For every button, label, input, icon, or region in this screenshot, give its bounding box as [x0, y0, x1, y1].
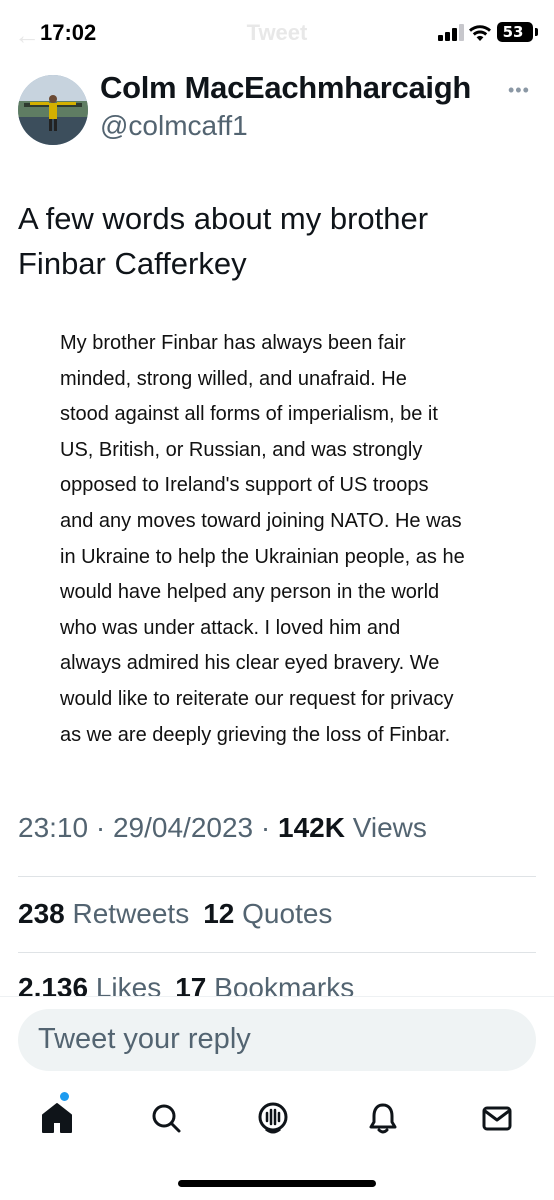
statement-line: US, British, or Russian, and was strongl…: [60, 438, 423, 461]
likes-stat[interactable]: 2,136 Likes: [18, 972, 161, 996]
quotes-count: 12: [203, 898, 235, 929]
home-indicator: [178, 1180, 376, 1187]
quotes-label: Quotes: [234, 898, 333, 929]
tweet-detail-screen: ← Tweet 17:02 53 Colm MacEachmharcaigh @…: [0, 0, 554, 1200]
cellular-signal-icon: [438, 23, 464, 41]
tweet-stats-row: 2,136 Likes 17 Bookmarks: [18, 972, 354, 996]
tweet-text: A few words about my brother Finbar Caff…: [18, 196, 538, 286]
statement-line: in Ukraine to help the Ukrainian people,…: [60, 545, 465, 568]
author-display-name[interactable]: Colm MacEachmharcaigh: [100, 70, 471, 106]
more-options-icon[interactable]: •••: [508, 80, 530, 101]
quotes-stat[interactable]: 12 Quotes: [203, 898, 332, 929]
statement-line: My brother Finbar has always been fair: [60, 332, 406, 354]
likes-count: 2,136: [18, 972, 89, 996]
views-label[interactable]: Views: [345, 812, 427, 843]
reply-input[interactable]: Tweet your reply: [18, 1009, 536, 1071]
statement-line: and any moves toward joining NATO. He wa…: [60, 509, 462, 532]
bookmarks-count: 17: [175, 972, 207, 996]
divider: [18, 952, 536, 953]
messages-icon[interactable]: [477, 1098, 517, 1138]
statement-line: would like to reiterate our request for …: [60, 687, 454, 710]
battery-icon: 53: [497, 22, 533, 42]
statement-line: as we are deeply grieving the loss of Fi…: [60, 723, 451, 746]
retweets-stat[interactable]: 238 Retweets: [18, 898, 189, 929]
author-handle[interactable]: @colmcaff1: [100, 110, 248, 142]
tweet-text-line: A few words about my brother: [18, 201, 429, 236]
notification-dot: [60, 1092, 69, 1101]
avatar[interactable]: [18, 75, 88, 145]
tweet-text-line: Finbar Cafferkey: [18, 246, 247, 281]
retweets-label: Retweets: [64, 898, 190, 929]
likes-label: Likes: [88, 972, 162, 996]
status-time: 17:02: [40, 20, 97, 45]
meta-separator: ·: [253, 812, 278, 843]
status-bar: ← Tweet 17:02 53: [0, 0, 554, 64]
tweet-time: 23:10: [18, 812, 89, 843]
notifications-icon[interactable]: [363, 1098, 403, 1138]
statement-line: opposed to Ireland's support of US troop…: [60, 474, 429, 497]
meta-separator: ·: [88, 812, 113, 843]
divider: [18, 876, 536, 877]
retweets-count: 238: [18, 898, 65, 929]
views-count[interactable]: 142K: [278, 812, 345, 843]
likes-row-clip: 2,136 Likes 17 Bookmarks: [0, 960, 554, 996]
bookmarks-label: Bookmarks: [206, 972, 355, 996]
bookmarks-stat[interactable]: 17 Bookmarks: [175, 972, 354, 996]
home-icon[interactable]: [37, 1098, 77, 1138]
tweet-stats-row: 238 Retweets 12 Quotes: [18, 898, 332, 930]
statement-line: stood against all forms of imperialism, …: [60, 403, 438, 426]
tweet-date: 29/04/2023: [112, 812, 254, 843]
statement-line: would have helped any person in the worl…: [60, 581, 440, 604]
reply-placeholder: Tweet your reply: [38, 1023, 251, 1055]
tweet-meta: 23:10 · 29/04/2023 · 142K Views: [18, 812, 427, 844]
statement-line: always admired his clear eyed bravery. W…: [60, 652, 440, 675]
statement-line: minded, strong willed, and unafraid. He: [60, 367, 407, 390]
spaces-icon[interactable]: [253, 1098, 293, 1138]
statement-line: who was under attack. I loved him and: [60, 616, 401, 639]
attached-statement-image[interactable]: My brother Finbar has always been fair m…: [60, 326, 510, 753]
search-icon[interactable]: [146, 1098, 186, 1138]
battery-level: 53: [502, 23, 524, 41]
battery-nub: [535, 28, 538, 36]
wifi-icon: [469, 25, 491, 41]
